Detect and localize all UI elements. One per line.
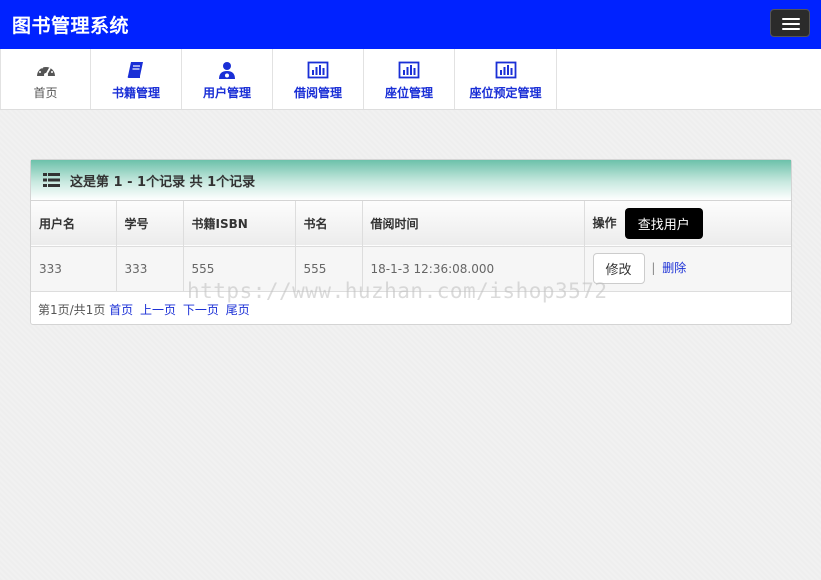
column-header: 书籍ISBN bbox=[183, 201, 296, 246]
menu-toggle-button[interactable] bbox=[770, 9, 810, 37]
cell-borrow-time: 18-1-3 12:36:08.000 bbox=[362, 246, 585, 291]
records-panel: 这是第 1 - 1个记录 共 1个记录 用户名 学号 书籍ISBN 书名 借阅时… bbox=[30, 159, 792, 325]
nav-label-users: 用户管理 bbox=[202, 86, 251, 100]
next-page-link[interactable]: 下一页 bbox=[183, 303, 219, 317]
page-status: 第1页/共1页 bbox=[38, 302, 106, 317]
nav-item-home[interactable]: 首页 bbox=[0, 49, 91, 109]
cell-actions: 修改 | 删除 bbox=[584, 246, 791, 291]
nav-item-seats[interactable]: 座位管理 bbox=[364, 49, 455, 109]
find-user-button[interactable]: 查找用户 bbox=[624, 207, 703, 239]
column-header: 用户名 bbox=[31, 201, 117, 246]
first-page-link[interactable]: 首页 bbox=[109, 303, 133, 317]
separator: | bbox=[651, 261, 656, 275]
dashboard-icon bbox=[36, 64, 55, 77]
panel-title: 这是第 1 - 1个记录 共 1个记录 bbox=[70, 174, 256, 190]
column-header-actions: 操作 查找用户 bbox=[584, 201, 791, 246]
nav-label-books: 书籍管理 bbox=[111, 86, 160, 100]
prev-page-link[interactable]: 上一页 bbox=[140, 303, 176, 317]
edit-button[interactable]: 修改 bbox=[592, 253, 645, 284]
bar-chart-icon bbox=[495, 61, 516, 79]
bar-chart-icon bbox=[307, 61, 329, 79]
cell-isbn: 555 bbox=[183, 246, 296, 291]
hamburger-icon-line bbox=[782, 28, 800, 30]
cell-username: 333 bbox=[31, 246, 117, 291]
nav-label-seat-booking: 座位预定管理 bbox=[469, 86, 542, 100]
nav-item-borrow[interactable]: 借阅管理 bbox=[273, 49, 364, 109]
app-title: 图书管理系统 bbox=[12, 15, 130, 37]
hamburger-icon-line bbox=[782, 18, 800, 20]
nav-item-books[interactable]: 书籍管理 bbox=[91, 49, 182, 109]
last-page-link[interactable]: 尾页 bbox=[226, 303, 250, 317]
bar-chart-icon bbox=[398, 61, 420, 79]
table-header-row: 用户名 学号 书籍ISBN 书名 借阅时间 操作 查找用户 bbox=[31, 201, 791, 246]
delete-link[interactable]: 删除 bbox=[662, 261, 686, 275]
list-icon bbox=[43, 173, 60, 187]
column-header: 操作 bbox=[592, 215, 617, 230]
hamburger-icon-line bbox=[782, 23, 800, 25]
cell-student-no: 333 bbox=[116, 246, 184, 291]
cell-book-name: 555 bbox=[295, 246, 363, 291]
nav-label-borrow: 借阅管理 bbox=[293, 86, 342, 100]
column-header: 学号 bbox=[116, 201, 184, 246]
nav-label-home: 首页 bbox=[33, 86, 58, 100]
column-header: 书名 bbox=[295, 201, 363, 246]
table-row: 333 333 555 555 18-1-3 12:36:08.000 修改 |… bbox=[31, 246, 791, 291]
nav-item-seat-booking[interactable]: 座位预定管理 bbox=[455, 49, 557, 109]
records-table: 用户名 学号 书籍ISBN 书名 借阅时间 操作 查找用户 333 333 55… bbox=[31, 201, 791, 292]
nav-item-users[interactable]: 用户管理 bbox=[182, 49, 273, 109]
pagination: 第1页/共1页 首页 上一页 下一页 尾页 bbox=[31, 292, 791, 318]
column-header: 借阅时间 bbox=[362, 201, 585, 246]
book-icon bbox=[127, 62, 143, 78]
user-icon bbox=[219, 62, 235, 79]
top-bar: 图书管理系统 bbox=[0, 0, 821, 49]
nav-label-seats: 座位管理 bbox=[384, 86, 433, 100]
main-nav: 首页 书籍管理 用户管理 借阅管理 座位管理 座位预定管理 bbox=[0, 49, 821, 110]
panel-header: 这是第 1 - 1个记录 共 1个记录 bbox=[31, 160, 791, 201]
